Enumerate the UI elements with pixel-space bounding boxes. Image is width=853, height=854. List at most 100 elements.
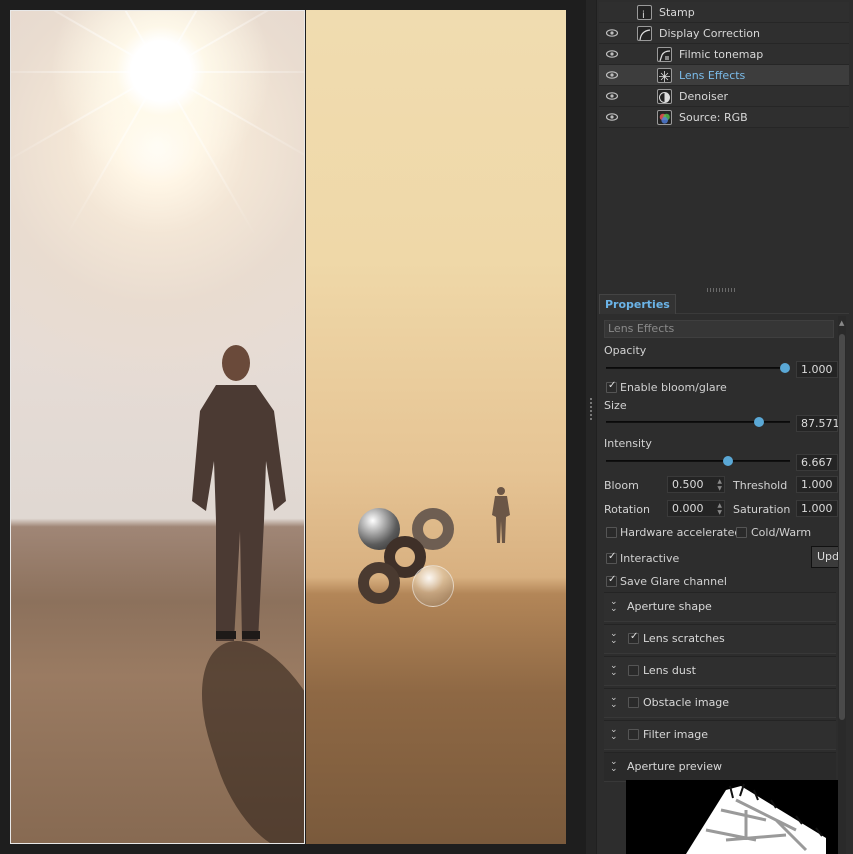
section-label: Aperture preview bbox=[627, 760, 722, 773]
section-label: Lens dust bbox=[643, 664, 696, 677]
layer-row-display-correction[interactable]: Display Correction bbox=[599, 23, 849, 44]
glass-sphere bbox=[412, 565, 454, 607]
person-shadow bbox=[176, 641, 304, 843]
svg-text:i: i bbox=[642, 10, 645, 20]
aperture-preview-image bbox=[626, 780, 838, 854]
lens-effects-icon bbox=[657, 68, 672, 83]
lens-dust-checkbox[interactable] bbox=[628, 665, 639, 676]
person-silhouette bbox=[192, 345, 286, 641]
layer-row-filmic-tonemap[interactable]: Filmic tonemap bbox=[599, 44, 849, 65]
bloom-spinbox[interactable]: 0.500 ▲ ▼ bbox=[667, 476, 725, 493]
rotation-value: 0.000 bbox=[672, 502, 704, 515]
bloom-value: 0.500 bbox=[672, 478, 704, 491]
interactive-label: Interactive bbox=[620, 552, 680, 565]
layer-row-lens-effects[interactable]: Lens Effects bbox=[599, 65, 849, 86]
layer-label: Denoiser bbox=[679, 90, 729, 103]
update-button[interactable]: Upd bbox=[811, 546, 841, 568]
layer-row-denoiser[interactable]: Denoiser bbox=[599, 86, 849, 107]
section-label: Lens scratches bbox=[643, 632, 725, 645]
hardware-accelerated-label: Hardware accelerated bbox=[620, 526, 742, 539]
eye-icon[interactable] bbox=[605, 107, 620, 128]
layer-label: Source: RGB bbox=[679, 111, 748, 124]
save-glare-checkbox[interactable] bbox=[606, 574, 617, 587]
tab-properties[interactable]: Properties bbox=[599, 294, 676, 314]
viewport-splitter[interactable] bbox=[586, 0, 596, 854]
enable-bloom-label: Enable bloom/glare bbox=[620, 381, 727, 394]
side-panel: i Stamp Display Correction Filmic tonema… bbox=[596, 0, 853, 854]
eye-icon[interactable] bbox=[605, 65, 620, 86]
stamp-icon: i bbox=[637, 5, 652, 21]
lens-scratches-checkbox[interactable] bbox=[628, 631, 639, 644]
panel-resize-handle[interactable] bbox=[707, 288, 737, 292]
enable-bloom-checkbox[interactable] bbox=[606, 380, 617, 393]
denoiser-icon bbox=[657, 89, 672, 104]
section-aperture-shape[interactable]: ⌄ ⌄ Aperture shape bbox=[604, 592, 836, 622]
tonemap-icon bbox=[657, 47, 672, 62]
torus-bottom-left bbox=[358, 562, 400, 604]
intensity-value-field[interactable]: 6.667 bbox=[796, 454, 838, 471]
chevron-down-icon[interactable]: ⌄ ⌄ bbox=[610, 758, 620, 774]
rgb-source-icon bbox=[657, 110, 672, 125]
section-lens-dust[interactable]: ⌄ ⌄ Lens dust bbox=[604, 656, 836, 686]
spin-arrows-icon[interactable]: ▲ ▼ bbox=[717, 502, 722, 516]
chevron-down-icon[interactable]: ⌄ ⌄ bbox=[610, 630, 620, 646]
intensity-slider[interactable] bbox=[606, 456, 790, 466]
filter-image-checkbox[interactable] bbox=[628, 729, 639, 740]
section-lens-scratches[interactable]: ⌄⌄ Lens scratches bbox=[604, 624, 836, 654]
chevron-down-icon[interactable]: ⌄ ⌄ bbox=[610, 726, 620, 742]
properties-header: Properties bbox=[599, 294, 849, 314]
effect-name-field: Lens Effects bbox=[604, 320, 834, 338]
cold-warm-label: Cold/Warm bbox=[751, 526, 812, 539]
layer-row-source-rgb[interactable]: Source: RGB bbox=[599, 107, 849, 128]
size-slider[interactable] bbox=[606, 417, 790, 427]
distant-person-silhouette bbox=[492, 487, 510, 543]
rotation-label: Rotation bbox=[604, 503, 651, 516]
properties-scrollbar[interactable]: ▲ bbox=[838, 316, 846, 854]
saturation-label: Saturation bbox=[733, 503, 791, 516]
section-aperture-preview[interactable]: ⌄ ⌄ Aperture preview bbox=[604, 752, 836, 782]
saturation-value-field[interactable]: 1.000 bbox=[796, 500, 838, 517]
opacity-slider-handle[interactable] bbox=[780, 363, 790, 373]
properties-panel: Lens Effects Opacity 1.000 Enable bloom/… bbox=[599, 316, 841, 854]
layer-label: Display Correction bbox=[659, 27, 760, 40]
eye-icon[interactable] bbox=[605, 23, 620, 44]
curve-icon bbox=[637, 26, 652, 41]
scrollbar-thumb[interactable] bbox=[839, 334, 845, 720]
intensity-label: Intensity bbox=[604, 437, 652, 450]
section-label: Filter image bbox=[643, 728, 709, 741]
layer-tree: i Stamp Display Correction Filmic tonema… bbox=[599, 2, 849, 128]
opacity-slider[interactable] bbox=[606, 363, 790, 373]
eye-icon[interactable] bbox=[605, 44, 620, 65]
obstacle-image-checkbox[interactable] bbox=[628, 697, 639, 708]
eye-icon[interactable] bbox=[605, 86, 620, 107]
layer-row-stamp[interactable]: i Stamp bbox=[599, 2, 849, 23]
layer-label: Filmic tonemap bbox=[679, 48, 764, 61]
chevron-down-icon[interactable]: ⌄ ⌄ bbox=[610, 598, 620, 614]
opacity-value-field[interactable]: 1.000 bbox=[796, 361, 838, 378]
threshold-label: Threshold bbox=[733, 479, 788, 492]
size-value-field[interactable]: 87.571 bbox=[796, 415, 840, 432]
hardware-accelerated-checkbox[interactable] bbox=[606, 527, 617, 538]
section-label: Aperture shape bbox=[627, 600, 712, 613]
size-slider-handle[interactable] bbox=[753, 417, 764, 427]
splitter-grip[interactable] bbox=[586, 396, 596, 426]
chevron-down-icon[interactable]: ⌄ ⌄ bbox=[610, 662, 620, 678]
vfb-window: i Stamp Display Correction Filmic tonema… bbox=[0, 0, 853, 854]
section-obstacle-image[interactable]: ⌄ ⌄ Obstacle image bbox=[604, 688, 836, 718]
section-label: Obstacle image bbox=[643, 696, 730, 709]
spin-arrows-icon[interactable]: ▲ ▼ bbox=[717, 478, 722, 492]
render-image-original[interactable] bbox=[306, 10, 566, 844]
layer-label: Lens Effects bbox=[679, 69, 746, 82]
scroll-up-icon[interactable]: ▲ bbox=[839, 319, 845, 329]
section-filter-image[interactable]: ⌄ ⌄ Filter image bbox=[604, 720, 836, 750]
intensity-slider-handle[interactable] bbox=[722, 456, 733, 466]
cold-warm-checkbox[interactable] bbox=[736, 527, 747, 538]
opacity-label: Opacity bbox=[604, 344, 647, 357]
threshold-value-field[interactable]: 1.000 bbox=[796, 476, 838, 493]
save-glare-label: Save Glare channel bbox=[620, 575, 727, 588]
chevron-down-icon[interactable]: ⌄ ⌄ bbox=[610, 694, 620, 710]
interactive-checkbox[interactable] bbox=[606, 551, 617, 564]
rotation-spinbox[interactable]: 0.000 ▲ ▼ bbox=[667, 500, 725, 517]
render-viewport[interactable] bbox=[0, 0, 586, 854]
render-image-with-lens-effects[interactable] bbox=[10, 10, 305, 844]
